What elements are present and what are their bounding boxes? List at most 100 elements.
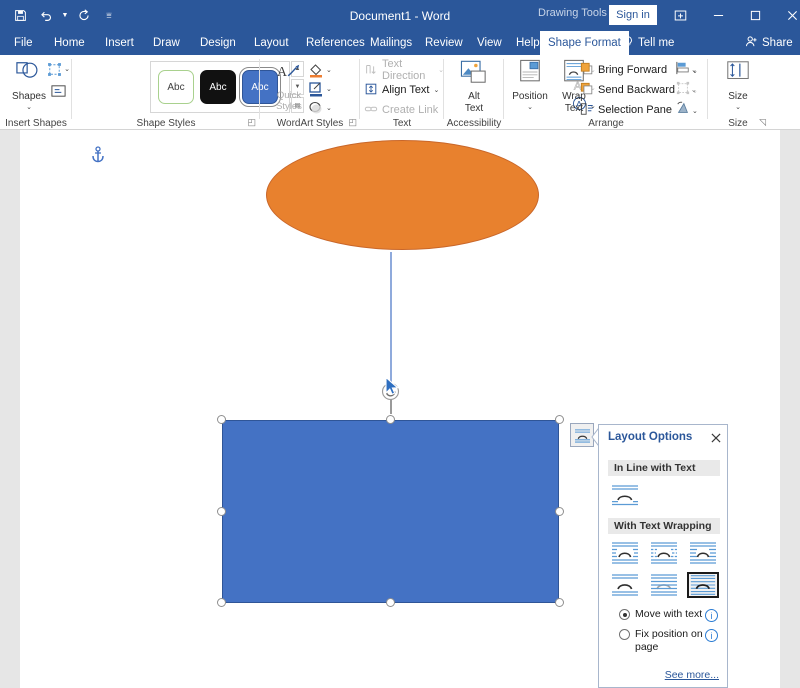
tab-home[interactable]: Home (46, 31, 93, 55)
wrap-option-behind-text[interactable] (648, 572, 680, 598)
title-bar: Document1 - Word ▼ ⩸ Drawing Tools Sign … (0, 0, 800, 31)
rotate-objects-dropdown-icon[interactable]: ⌄ (692, 107, 698, 115)
tab-file[interactable]: File (6, 31, 41, 55)
wrap-option-square[interactable] (609, 540, 641, 566)
info-icon-move-with-text[interactable]: i (705, 609, 718, 622)
ribbon-group-accessibility: Alt Text Accessibility (444, 55, 504, 130)
text-direction-label: Text Direction (382, 58, 426, 82)
resize-handle-middle-left[interactable] (217, 507, 226, 516)
shape-style-thumb-black[interactable]: Abc (200, 70, 236, 104)
group-label-shape-styles: Shape Styles (136, 118, 196, 129)
tab-mailings[interactable]: Mailings (362, 31, 420, 55)
ellipse-shape[interactable] (266, 140, 539, 250)
ribbon-display-options-icon[interactable] (668, 5, 692, 25)
bring-forward-icon (580, 62, 594, 79)
see-more-link[interactable]: See more... (665, 669, 719, 681)
position-dropdown-icon[interactable]: ⌄ (527, 103, 533, 111)
selection-pane-label: Selection Pane (598, 104, 672, 116)
radio-indicator-fix-position[interactable] (619, 629, 630, 640)
align-text-button[interactable]: Align Text ⌄ (364, 81, 439, 99)
tab-design[interactable]: Design (192, 31, 244, 55)
tab-insert[interactable]: Insert (97, 31, 142, 55)
size-dialog-launcher[interactable]: ◹ (759, 117, 766, 128)
create-link-label: Create Link (382, 104, 439, 116)
align-objects-dropdown-icon[interactable]: ⌄ (692, 67, 698, 75)
connector-line[interactable] (390, 252, 392, 392)
shape-styles-dialog-launcher[interactable]: ◰ (247, 117, 256, 128)
size-dropdown-icon[interactable]: ⌄ (735, 103, 741, 111)
radio-fix-position-on-page[interactable]: Fix position on page (619, 628, 709, 653)
tab-review[interactable]: Review (417, 31, 471, 55)
alt-text-button[interactable]: Alt Text (452, 59, 496, 117)
rectangle-shape[interactable] (222, 420, 559, 603)
wordart-dialog-launcher[interactable]: ◰ (348, 117, 357, 128)
align-text-label: Align Text (382, 84, 430, 96)
sign-in-button[interactable]: Sign in (609, 5, 657, 25)
minimize-button[interactable] (700, 0, 736, 31)
shapes-dropdown-icon[interactable]: ⌄ (26, 103, 32, 111)
group-label-wordart-styles: WordArt Styles (276, 118, 344, 129)
undo-dropdown-icon[interactable]: ▼ (60, 12, 70, 19)
draw-text-box-button[interactable] (46, 81, 70, 101)
tab-view[interactable]: View (469, 31, 510, 55)
maximize-button[interactable] (737, 0, 773, 31)
radio-indicator-move-with-text[interactable] (619, 609, 630, 620)
group-objects-icon (676, 81, 690, 100)
redo-icon[interactable] (72, 4, 96, 28)
ribbon-tabs: File Home Insert Draw Design Layout Refe… (0, 31, 800, 55)
label-move-with-text: Move with text (635, 608, 703, 620)
send-backward-icon (580, 82, 594, 99)
tab-draw[interactable]: Draw (145, 31, 188, 55)
text-direction-button[interactable]: Text Direction ⌄ (364, 58, 444, 82)
wrap-option-in-line-with-text[interactable] (609, 482, 641, 508)
wrap-option-tight[interactable] (648, 540, 680, 566)
resize-handle-bottom-center[interactable] (386, 598, 395, 607)
size-button[interactable]: Size ⌄ (716, 59, 760, 117)
wrap-option-in-front-of-text[interactable] (687, 572, 719, 598)
close-icon[interactable] (707, 429, 725, 447)
size-label: Size (728, 91, 748, 102)
text-direction-icon (364, 62, 378, 79)
tell-me-search[interactable]: Tell me (622, 31, 674, 55)
wordart-quick-styles-label-2: Styles (276, 101, 302, 112)
group-label-arrange: Arrange (588, 118, 624, 129)
tab-layout[interactable]: Layout (246, 31, 297, 55)
selection-pane-button[interactable]: Selection Pane (580, 101, 672, 119)
quick-access-toolbar: ▼ ⩸ (8, 0, 114, 31)
svg-text:A: A (277, 64, 287, 79)
resize-handle-top-left[interactable] (217, 415, 226, 424)
edit-shape-dropdown-icon[interactable]: ⌄ (64, 65, 70, 73)
wordart-quick-styles-button[interactable]: A Quick Styles (268, 61, 310, 117)
selection-pane-icon (580, 102, 594, 119)
section-with-text-wrapping: With Text Wrapping (608, 518, 720, 534)
mouse-cursor-icon (384, 376, 402, 398)
resize-handle-middle-right[interactable] (555, 507, 564, 516)
wrap-option-through[interactable] (687, 540, 719, 566)
align-text-dropdown-icon[interactable]: ⌄ (434, 86, 440, 94)
customize-qat-icon[interactable]: ⩸ (104, 10, 114, 21)
ribbon-group-insert-shapes: Shapes ⌄ ⌄ Insert Shapes (0, 55, 72, 130)
tab-shape-format[interactable]: Shape Format (540, 31, 629, 55)
info-icon-fix-position[interactable]: i (705, 629, 718, 642)
undo-icon[interactable] (34, 4, 58, 28)
create-link-button[interactable]: Create Link (364, 101, 438, 119)
radio-move-with-text[interactable]: Move with text (619, 608, 709, 621)
alt-text-label-1: Alt (468, 91, 480, 102)
wrap-option-top-and-bottom[interactable] (609, 572, 641, 598)
edit-shape-button[interactable]: ⌄ (46, 59, 70, 79)
close-button[interactable] (774, 0, 800, 31)
position-button[interactable]: Position ⌄ (508, 59, 552, 117)
shape-style-thumb-white[interactable]: Abc (158, 70, 194, 104)
word-window: Document1 - Word ▼ ⩸ Drawing Tools Sign … (0, 0, 800, 688)
resize-handle-bottom-left[interactable] (217, 598, 226, 607)
group-objects-button[interactable]: ⌄ (676, 81, 698, 100)
resize-handle-top-center[interactable] (386, 415, 395, 424)
wordart-quick-styles-label-1: Quick (276, 90, 302, 101)
save-icon[interactable] (8, 4, 32, 28)
share-button[interactable]: Share (745, 31, 793, 55)
alt-text-label-2: Text (464, 103, 484, 114)
align-objects-button[interactable]: ⌄ (676, 61, 698, 80)
group-objects-dropdown-icon[interactable]: ⌄ (692, 87, 698, 95)
resize-handle-top-right[interactable] (555, 415, 564, 424)
resize-handle-bottom-right[interactable] (555, 598, 564, 607)
